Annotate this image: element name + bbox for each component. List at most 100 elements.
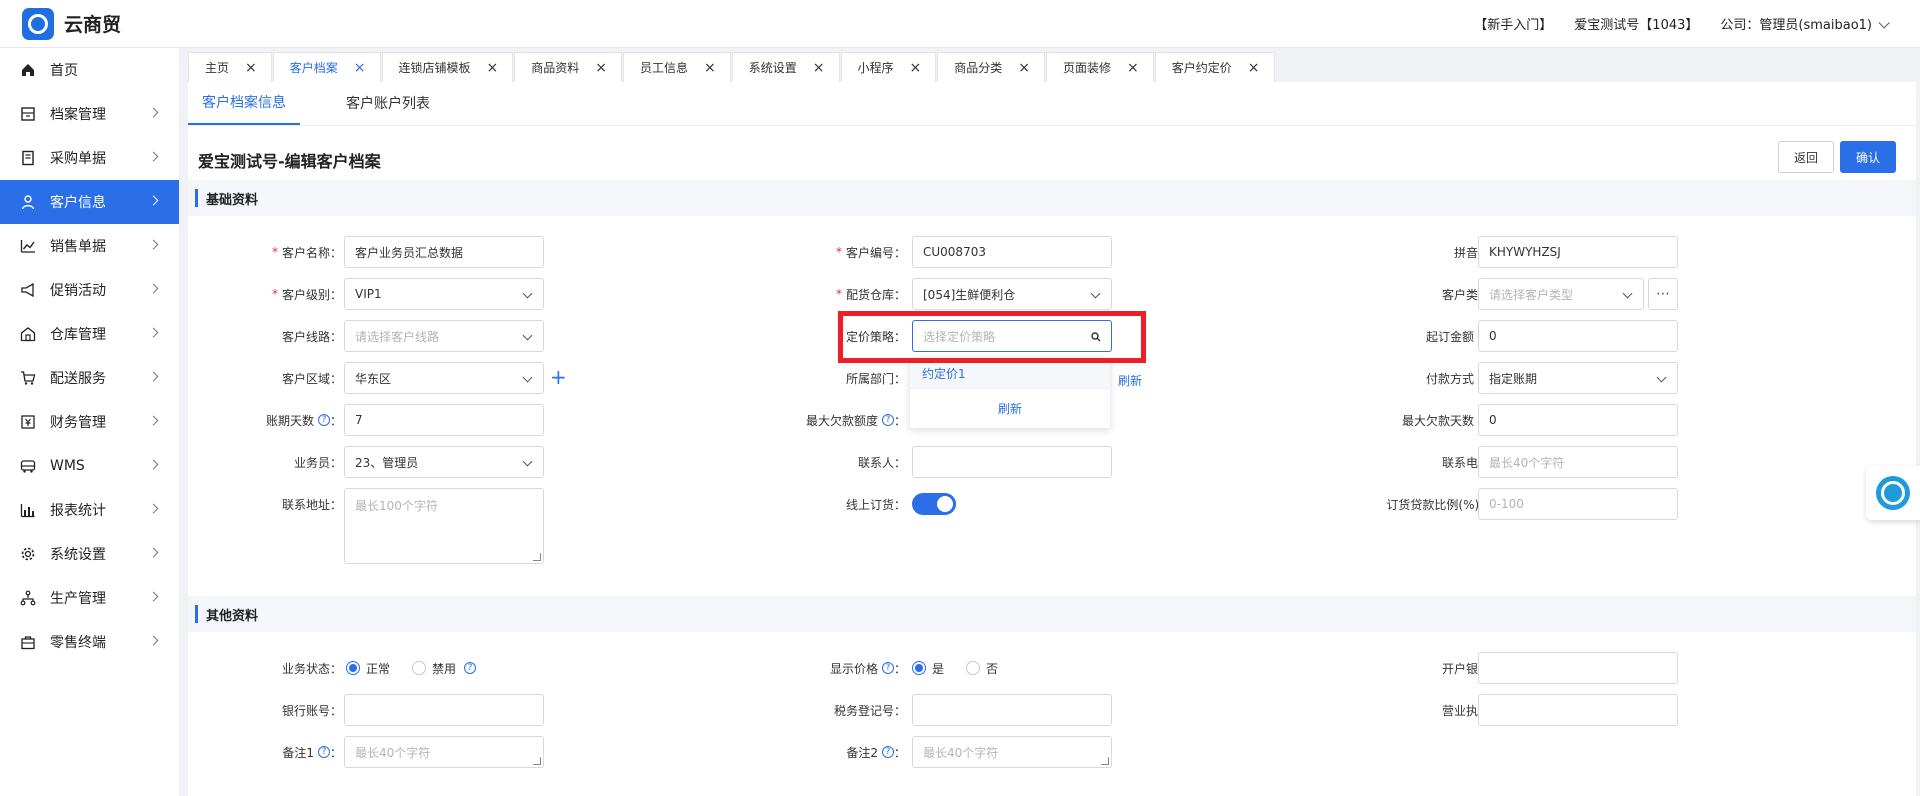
back-button[interactable]: 返回	[1778, 141, 1834, 173]
help-icon: ?	[317, 414, 330, 426]
pricing-select[interactable]: 选择定价策略	[912, 320, 1112, 352]
status-normal-radio[interactable]	[346, 661, 360, 675]
close-icon[interactable]: ×	[245, 61, 257, 75]
address-textarea[interactable]: 最长100个字符	[344, 488, 544, 564]
tab-1[interactable]: 客户档案 ×	[272, 52, 381, 82]
sidebar-item-0[interactable]: 首页	[0, 48, 179, 92]
tab-label: 客户档案	[289, 61, 338, 75]
department-refresh-link[interactable]: 刷新	[1118, 372, 1142, 389]
show-price-radio-group: 是 否	[912, 652, 998, 684]
resize-handle-icon[interactable]	[1101, 757, 1109, 765]
bank-input[interactable]	[1478, 652, 1678, 684]
tab-9[interactable]: 客户约定价 ×	[1154, 52, 1275, 82]
status-disabled-radio[interactable]	[412, 661, 427, 675]
tab-8[interactable]: 页面装修 ×	[1046, 52, 1154, 82]
sidebar-item-label: 配送服务	[50, 371, 106, 387]
receipt-icon	[20, 150, 36, 166]
customer-no-input[interactable]: CU008703	[912, 236, 1112, 268]
sidebar-item-2[interactable]: 采购单据	[0, 136, 179, 180]
tab-4[interactable]: 员工信息 ×	[623, 52, 731, 82]
license-input[interactable]	[1478, 694, 1678, 726]
show-price-no-radio[interactable]	[966, 661, 981, 675]
contact-input[interactable]	[912, 446, 1112, 478]
sidebar-item-13[interactable]: 零售终端	[0, 620, 179, 664]
sidebar-item-10[interactable]: 报表统计	[0, 488, 179, 532]
tab-label: 商品分类	[954, 61, 1003, 75]
tab-label: 客户约定价	[1171, 61, 1232, 75]
help-icon[interactable]: ?	[464, 662, 477, 674]
more-icon[interactable]: ⋯	[1648, 278, 1678, 310]
sidebar-item-7[interactable]: 配送服务	[0, 356, 179, 400]
sidebar-item-5[interactable]: 促销活动	[0, 268, 179, 312]
subtab-bar: 客户档案信息 客户账户列表	[188, 82, 1916, 126]
subtab-customer-accounts[interactable]: 客户账户列表	[332, 81, 444, 125]
route-select[interactable]: 请选择客户线路	[344, 320, 544, 352]
region-select[interactable]: 华东区	[344, 362, 544, 394]
assistant-widget[interactable]	[1866, 466, 1920, 520]
tab-7[interactable]: 商品分类 ×	[937, 52, 1045, 82]
sidebar-item-9[interactable]: WMS	[0, 444, 179, 488]
credit-days-input[interactable]: 7	[344, 404, 544, 436]
tab-3[interactable]: 商品资料 ×	[514, 52, 622, 82]
pricing-refresh-link[interactable]: 刷新	[910, 388, 1110, 428]
company-menu[interactable]: 公司：管理员(smaibao1)	[1720, 14, 1890, 33]
tab-5[interactable]: 系统设置 ×	[731, 52, 840, 82]
remark1-textarea[interactable]: 最长40个字符	[344, 736, 544, 768]
gear-icon	[20, 546, 36, 562]
close-icon[interactable]: ×	[704, 61, 716, 75]
gutter	[180, 82, 188, 796]
min-order-input[interactable]: 0	[1478, 320, 1678, 352]
subtab-customer-info[interactable]: 客户档案信息	[188, 81, 300, 125]
tab-0[interactable]: 主页 ×	[188, 52, 272, 82]
max-debt-days-input[interactable]: 0	[1478, 404, 1678, 436]
chevron-right-icon	[148, 239, 159, 250]
warehouse-select[interactable]: [054]生鲜便利仓	[912, 278, 1112, 310]
phone-input[interactable]: 最长40个字符	[1478, 446, 1678, 478]
close-icon[interactable]: ×	[1248, 61, 1260, 75]
show-price-yes-radio[interactable]	[912, 661, 926, 675]
close-icon[interactable]: ×	[910, 61, 922, 75]
resize-handle-icon[interactable]	[533, 757, 541, 765]
customer-type-select[interactable]: 请选择客户类型	[1478, 278, 1644, 310]
sidebar-item-label: 采购单据	[50, 151, 106, 167]
sidebar-item-label: 报表统计	[50, 503, 106, 519]
sidebar-item-label: 零售终端	[50, 635, 106, 651]
sidebar-item-3[interactable]: 客户信息	[0, 180, 179, 224]
pricing-option[interactable]: 约定价1	[910, 358, 1110, 388]
salesman-label: 业务员：	[293, 455, 342, 470]
tab-6[interactable]: 小程序 ×	[840, 52, 937, 82]
tax-no-input[interactable]	[912, 694, 1112, 726]
sidebar-item-6[interactable]: 仓库管理	[0, 312, 179, 356]
online-order-toggle[interactable]	[912, 493, 956, 515]
bar-chart-icon	[20, 502, 36, 518]
add-region-icon[interactable]: +	[550, 367, 567, 387]
remark1-label: 备注1?：	[282, 745, 342, 760]
close-icon[interactable]: ×	[354, 61, 366, 75]
pricing-label: 定价策略：	[845, 329, 906, 344]
deposit-ratio-input[interactable]: 0-100	[1478, 488, 1678, 520]
pinyin-input[interactable]: KHYWYHZSJ	[1478, 236, 1678, 268]
chevron-right-icon	[148, 283, 159, 294]
sidebar-item-8[interactable]: 财务管理	[0, 400, 179, 444]
customer-level-select[interactable]: VIP1	[344, 278, 544, 310]
close-icon[interactable]: ×	[813, 61, 825, 75]
payment-select[interactable]: 指定账期	[1478, 362, 1678, 394]
sidebar-item-4[interactable]: 销售单据	[0, 224, 179, 268]
sidebar-item-12[interactable]: 生产管理	[0, 576, 179, 620]
customer-name-input[interactable]: 客户业务员汇总数据	[344, 236, 544, 268]
remark2-textarea[interactable]: 最长40个字符	[912, 736, 1112, 768]
sidebar-item-11[interactable]: 系统设置	[0, 532, 179, 576]
tab-2[interactable]: 连锁店铺模板 ×	[381, 52, 514, 82]
close-icon[interactable]: ×	[595, 61, 607, 75]
close-icon[interactable]: ×	[487, 61, 499, 75]
close-icon[interactable]: ×	[1018, 61, 1030, 75]
bank-account-input[interactable]	[344, 694, 544, 726]
app-logo[interactable]: 云商贸	[0, 7, 121, 40]
salesman-select[interactable]: 23、管理员	[344, 446, 544, 478]
confirm-button[interactable]: 确认	[1840, 141, 1896, 173]
sidebar-item-1[interactable]: 档案管理	[0, 92, 179, 136]
close-icon[interactable]: ×	[1127, 61, 1139, 75]
guide-link[interactable]: 【新手入门】	[1474, 14, 1552, 33]
resize-handle-icon[interactable]	[533, 553, 541, 561]
status-disabled-label: 禁用	[432, 661, 457, 676]
